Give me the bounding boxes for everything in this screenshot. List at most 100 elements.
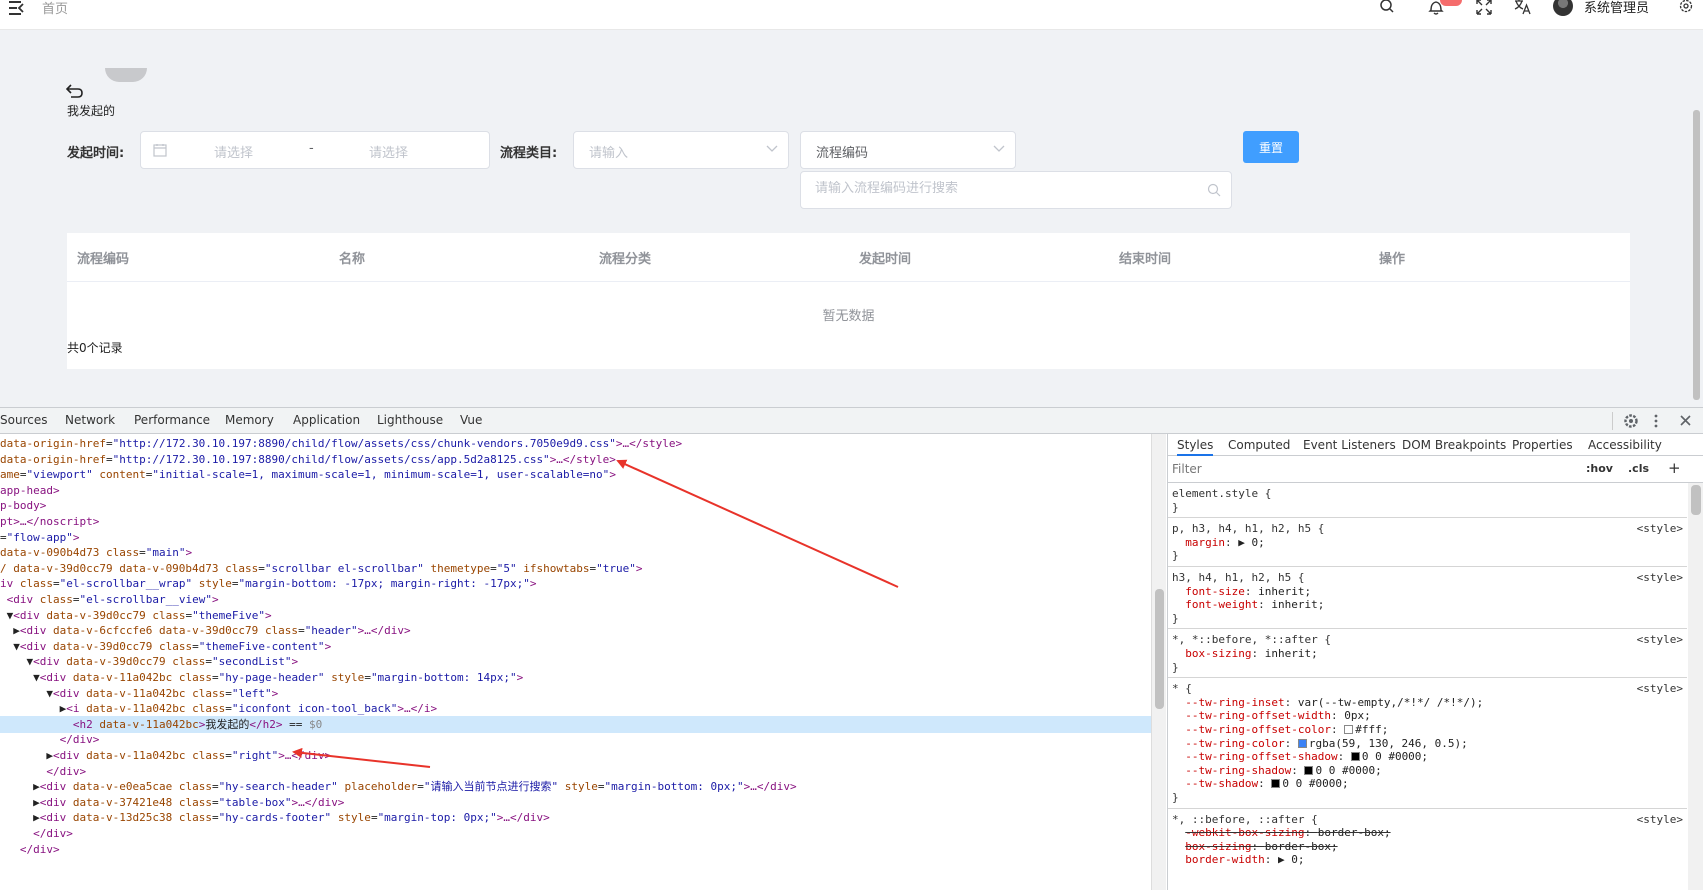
css-property[interactable]: font-weight [1185,598,1258,611]
dom-node-line[interactable]: data-v-090b4d73 class="main"> [0,544,1151,561]
css-value[interactable]: ▶ 0; [1278,853,1305,866]
css-property[interactable]: box-sizing [1185,647,1251,660]
style-source-link[interactable]: <style> [1637,522,1683,536]
dom-node-line[interactable]: <h2 data-v-11a042bc>我发起的</h2> == $0 [0,715,1151,733]
dom-node-line[interactable]: ▶<div data-v-11a042bc class="right">…</d… [0,747,1151,764]
dom-node-line[interactable]: </div> [0,841,1151,858]
elements-scrollbar[interactable] [1151,434,1166,890]
gear-icon[interactable] [1623,413,1639,429]
css-selector-line[interactable]: * {<style> [1172,682,1687,696]
css-value[interactable]: 0 0 #0000; [1315,764,1381,777]
css-property[interactable]: --tw-ring-offset-color [1185,723,1331,736]
dom-node-line[interactable]: app-head> [0,482,1151,499]
css-declaration[interactable]: margin: ▶ 0; [1172,536,1687,550]
column-header[interactable]: 名称 [339,248,365,267]
css-value[interactable]: 0px; [1344,709,1371,722]
scroll-thumb[interactable] [1691,485,1701,515]
gear-icon[interactable] [1677,0,1695,16]
styles-filter-input[interactable] [1172,460,1572,478]
cls-toggle[interactable]: .cls [1628,462,1649,475]
css-declaration[interactable]: --tw-shadow: 0 0 #0000; [1172,777,1687,791]
css-declaration[interactable]: --tw-ring-offset-shadow: 0 0 #0000; [1172,750,1687,764]
scroll-thumb[interactable] [1155,589,1164,709]
tab-network[interactable]: Network [65,413,115,427]
dom-node-line[interactable]: ▼<div data-v-11a042bc class="left"> [0,685,1151,702]
style-source-link[interactable]: <style> [1637,633,1683,647]
css-property[interactable]: --tw-ring-inset [1185,696,1284,709]
color-swatch[interactable] [1271,779,1281,789]
css-property[interactable]: --tw-ring-offset-width [1185,709,1331,722]
close-icon[interactable] [1679,414,1692,427]
code-search-input[interactable] [815,181,1195,196]
css-selector-line[interactable]: h3, h4, h1, h2, h5 {<style> [1172,571,1687,585]
css-value[interactable]: inherit; [1271,598,1324,611]
dom-node-line[interactable]: data-origin-href="http://172.30.10.197:8… [0,435,1151,452]
tab-styles[interactable]: Styles [1177,438,1214,456]
tab-performance[interactable]: Performance [134,413,210,427]
search-icon[interactable] [1378,0,1396,16]
breadcrumb[interactable]: 首页 [42,0,68,17]
tab-memory[interactable]: Memory [225,413,274,427]
tab-sources[interactable]: Sources [0,413,47,427]
tab-properties[interactable]: Properties [1512,438,1573,452]
color-swatch[interactable] [1350,752,1360,762]
column-header[interactable]: 流程分类 [599,248,651,267]
style-source-link[interactable]: <style> [1637,813,1683,827]
css-declaration[interactable]: --tw-ring-inset: var(--tw-empty,/*!*/ /*… [1172,696,1687,710]
css-declaration[interactable]: border-width: ▶ 0; [1172,853,1687,867]
css-declaration[interactable]: -webkit-box-sizing: border-box; [1172,826,1687,840]
css-declaration[interactable]: --tw-ring-color: rgba(59, 130, 246, 0.5)… [1172,737,1687,751]
css-property[interactable]: --tw-ring-offset-shadow [1185,750,1337,763]
dom-node-line[interactable]: ▼<div data-v-39d0cc79 class="secondList"… [0,653,1151,670]
css-declaration[interactable]: box-sizing: border-box; [1172,840,1687,854]
start-date-placeholder[interactable]: 请选择 [214,142,253,161]
reset-button[interactable]: 重置 [1243,131,1299,163]
dom-node-line[interactable]: pt>…</noscript> [0,513,1151,530]
css-selector-line[interactable]: element.style { [1172,487,1687,501]
column-header[interactable]: 发起时间 [859,248,911,267]
new-rule-button[interactable]: + [1668,459,1681,477]
dom-node-line[interactable]: ▶<div data-v-37421e48 class="table-box">… [0,794,1151,811]
fullscreen-icon[interactable] [1475,0,1493,16]
style-source-link[interactable]: <style> [1637,571,1683,585]
css-value[interactable]: border-box; [1265,840,1338,853]
css-selector-line[interactable]: } [1172,791,1687,805]
css-value[interactable]: var(--tw-empty,/*!*/ /*!*/); [1298,696,1483,709]
css-selector-line[interactable]: p, h3, h4, h1, h2, h5 {<style> [1172,522,1687,536]
css-value[interactable]: 0 0 #0000; [1362,750,1428,763]
css-selector-line[interactable]: } [1172,549,1687,563]
more-vertical-icon[interactable] [1652,413,1660,429]
dom-node-line[interactable]: ▶<div data-v-13d25c38 class="hy-cards-fo… [0,809,1151,826]
css-property[interactable]: font-size [1185,585,1245,598]
color-swatch[interactable] [1344,725,1354,734]
color-swatch[interactable] [1304,765,1314,775]
css-declaration[interactable]: --tw-ring-shadow: 0 0 #0000; [1172,764,1687,778]
css-property[interactable]: --tw-ring-color [1185,737,1284,750]
dom-node-line[interactable]: data-origin-href="http://172.30.10.197:8… [0,451,1151,468]
username[interactable]: 系统管理员 [1584,0,1649,16]
css-value[interactable]: ▶ 0; [1238,536,1265,549]
column-header[interactable]: 结束时间 [1119,248,1171,267]
tab-event-listeners[interactable]: Event Listeners [1303,438,1396,452]
tab-lighthouse[interactable]: Lighthouse [377,413,443,427]
css-selector-line[interactable]: *, *::before, *::after {<style> [1172,633,1687,647]
css-selector-line[interactable]: *, ::before, ::after {<style> [1172,813,1687,827]
css-declaration[interactable]: --tw-ring-offset-width: 0px; [1172,709,1687,723]
dom-node-line[interactable]: ▶<div data-v-6cfccfe6 data-v-39d0cc79 cl… [0,622,1151,639]
css-value[interactable]: 0 0 #0000; [1282,777,1348,790]
dom-node-line[interactable]: ▶<div data-v-e0ea5cae class="hy-search-h… [0,778,1151,795]
tab-computed[interactable]: Computed [1228,438,1290,452]
dom-node-line[interactable]: </div> [0,731,1151,748]
dom-node-line[interactable]: ▼<div data-v-11a042bc class="hy-page-hea… [0,669,1151,686]
css-property[interactable]: --tw-ring-shadow [1185,764,1291,777]
css-value[interactable]: border-box; [1318,826,1391,839]
color-swatch[interactable] [1297,738,1307,748]
tab-accessibility[interactable]: Accessibility [1588,438,1662,452]
column-header[interactable]: 流程编码 [77,248,129,267]
css-property[interactable]: margin [1185,536,1225,549]
dom-node-line[interactable]: iv class="el-scrollbar__wrap" style="mar… [0,575,1151,592]
menu-fold-icon[interactable] [8,0,26,16]
translate-icon[interactable] [1514,0,1532,16]
css-declaration[interactable]: font-weight: inherit; [1172,598,1687,612]
css-property[interactable]: --tw-shadow [1185,777,1258,790]
